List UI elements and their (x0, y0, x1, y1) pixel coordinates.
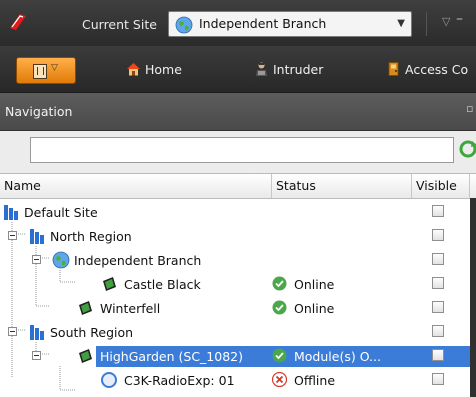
collapse-toggle-icon[interactable] (8, 327, 17, 336)
toolbar-divider (426, 12, 427, 36)
tab-intruder[interactable]: Intruder (254, 62, 323, 77)
column-header-name[interactable]: Name (0, 174, 272, 198)
visible-checkbox[interactable] (432, 205, 444, 217)
collapse-toggle-icon[interactable] (8, 231, 17, 240)
offline-x-icon (272, 372, 287, 387)
intruder-icon (256, 62, 267, 76)
tab-home[interactable]: Home (126, 62, 182, 77)
column-header-status[interactable]: Status (272, 174, 412, 198)
navigation-tree-grid: Name Status Visible Default Site North R… (0, 173, 476, 397)
tree-row-winterfell[interactable]: Winterfell Online (0, 296, 470, 320)
tab-intruder-label: Intruder (273, 62, 324, 77)
access-control-icon (388, 62, 399, 76)
current-site-label: Current Site (82, 17, 157, 32)
refresh-icon[interactable] (458, 139, 476, 159)
tree-row-label: Independent Branch (74, 253, 202, 268)
status-text: Online (294, 301, 335, 316)
tree-row-label: Winterfell (100, 301, 161, 316)
current-site-value: Independent Branch (199, 16, 327, 31)
visible-checkbox[interactable] (432, 373, 444, 385)
app-logo-icon[interactable] (6, 10, 30, 34)
tab-home-label: Home (145, 62, 182, 77)
region-icon (30, 325, 44, 340)
home-icon (127, 63, 140, 76)
application-menu-button[interactable]: ▽ (16, 57, 76, 84)
navigation-title: Navigation (5, 104, 73, 119)
tree-row-label: North Region (50, 229, 132, 244)
chevron-down-icon: ▽ (51, 63, 58, 73)
tree-row-south-region[interactable]: South Region (0, 320, 470, 344)
chevron-down-icon[interactable]: ▼ (397, 18, 405, 29)
online-check-icon (272, 348, 287, 363)
visible-checkbox[interactable] (432, 349, 444, 361)
tree-row-independent-branch[interactable]: Independent Branch (0, 248, 470, 272)
region-icon (30, 229, 44, 244)
vertical-scrollbar[interactable] (470, 198, 476, 397)
status-text: Online (294, 277, 335, 292)
controller-icon (79, 301, 92, 315)
column-header-visible[interactable]: Visible (412, 174, 470, 198)
pin-icon[interactable]: ▫ (466, 102, 473, 115)
tree-row-c3k-radioexp[interactable]: C3K-RadioExp: 01 Offline (0, 368, 470, 397)
tree-row-castle-black[interactable]: Castle Black Online (0, 272, 470, 296)
tree-row-north-region[interactable]: North Region (0, 224, 470, 248)
title-bar: Current Site Independent Branch ▼ ▽ – (0, 0, 476, 46)
tab-access-control-label: Access Co (405, 62, 469, 77)
globe-icon (175, 16, 193, 34)
menu-icon (33, 64, 47, 79)
visible-checkbox[interactable] (432, 301, 444, 313)
visible-checkbox[interactable] (432, 229, 444, 241)
visible-checkbox[interactable] (432, 277, 444, 289)
navigation-panel-header: Navigation ▫ (0, 93, 476, 131)
chevron-down-icon[interactable]: ▽ (442, 15, 450, 28)
tree-row-label: C3K-RadioExp: 01 (124, 373, 235, 388)
tree-row-label: Castle Black (124, 277, 201, 292)
tree-row-highgarden[interactable]: HighGarden (SC_1082) Module(s) O... (0, 344, 470, 368)
online-check-icon (272, 276, 287, 291)
tree-row-label: HighGarden (SC_1082) (100, 349, 243, 364)
collapse-toggle-icon[interactable] (32, 255, 41, 264)
globe-icon (52, 251, 70, 269)
online-check-icon (272, 300, 287, 315)
column-header-row: Name Status Visible (0, 174, 476, 199)
radio-expander-icon (101, 372, 117, 388)
tree-row-label: Default Site (24, 205, 98, 220)
collapse-toggle-icon[interactable] (32, 351, 41, 360)
visible-checkbox[interactable] (432, 325, 444, 337)
site-icon (4, 205, 18, 220)
status-text: Offline (294, 373, 336, 388)
status-text: Module(s) O... (294, 349, 381, 364)
tree-row-default-site[interactable]: Default Site (0, 200, 470, 224)
tree-row-label: South Region (50, 325, 134, 340)
controller-icon (103, 277, 116, 291)
navigation-search-input[interactable] (30, 137, 454, 163)
visible-checkbox[interactable] (432, 253, 444, 265)
minimize-icon[interactable]: – (456, 11, 463, 27)
current-site-dropdown[interactable]: Independent Branch ▼ (168, 11, 412, 37)
controller-icon (79, 349, 92, 363)
tab-access-control[interactable]: Access Co (386, 62, 468, 77)
